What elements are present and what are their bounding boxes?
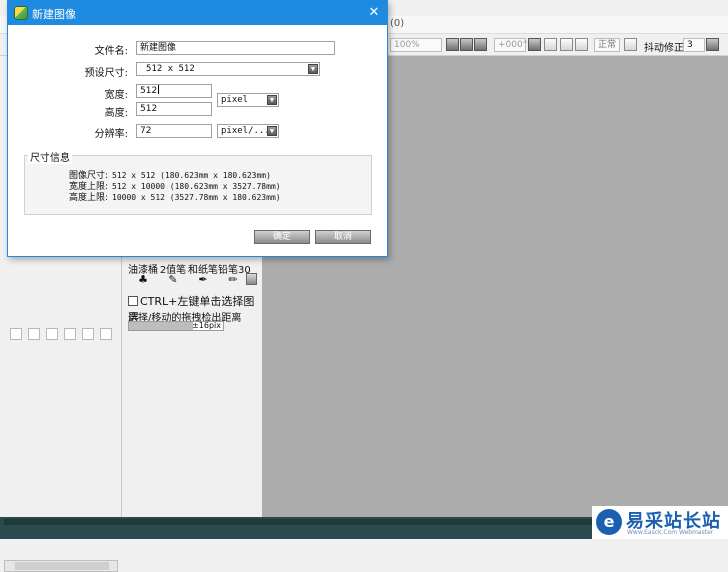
zoom-field[interactable]: 100%	[390, 38, 442, 52]
rotation-field[interactable]: +000°	[494, 38, 527, 52]
merge-layer-icon[interactable]	[82, 328, 94, 340]
watermark-subtitle: Www.Easck.Com Webmaster	[627, 529, 714, 536]
stabilizer-field[interactable]: 3	[683, 38, 705, 52]
size-info-title: 尺寸信息	[28, 149, 72, 164]
stabilizer-label: 抖动修正	[644, 43, 684, 54]
watermark: e 易采站长站 Www.Easck.Com Webmaster	[592, 506, 728, 539]
pencil-icon: ✏	[228, 273, 238, 286]
preset-size-value: 512 x 512	[146, 64, 195, 74]
brush-list-scroll-button[interactable]	[246, 273, 257, 285]
new-image-dialog: 新建图像 ✕ 文件名: 新建图像 预设尺寸: 512 x 512 ▼ 宽度: 5…	[7, 0, 388, 257]
info-row-height-limit: 高度上限: 10000 x 512 (3527.78mm x 180.623mm)	[66, 190, 281, 203]
size-unit-value: pixel	[221, 95, 249, 105]
layer-panel-scrollbar[interactable]	[4, 560, 118, 572]
preset-size-select[interactable]: 512 x 512 ▼	[136, 62, 320, 76]
blend-mode-field[interactable]: 正常	[594, 38, 620, 52]
scrollbar-thumb[interactable]	[15, 562, 109, 570]
brush-item[interactable]: 铅笔30 ✏	[218, 260, 251, 286]
rotate-right-button[interactable]	[544, 38, 557, 51]
flip-button[interactable]	[575, 38, 588, 51]
brush-item[interactable]: 油漆桶 ♣	[128, 260, 158, 286]
cancel-button[interactable]: 取消	[315, 230, 371, 244]
drag-distance-slider[interactable]: ±16pix	[128, 321, 224, 331]
new-layer-icon[interactable]	[10, 328, 22, 340]
resolution-label: 分辨率:	[94, 129, 128, 140]
chevron-down-icon[interactable]: ▼	[308, 64, 318, 74]
dialog-titlebar[interactable]: 新建图像 ✕	[8, 1, 387, 25]
drag-distance-value: ±16pix	[192, 321, 221, 330]
dialog-title: 新建图像	[32, 8, 76, 21]
brush-icon: ✒	[198, 273, 208, 286]
preset-size-label: 预设尺寸:	[84, 68, 128, 79]
mode-toggle-button[interactable]	[624, 38, 637, 51]
new-folder-icon[interactable]	[28, 328, 40, 340]
slider-fill	[129, 322, 193, 330]
height-label: 高度:	[104, 108, 128, 119]
filename-label: 文件名:	[94, 46, 128, 57]
watermark-logo-icon: e	[596, 509, 622, 535]
chevron-down-icon[interactable]: ▼	[267, 95, 277, 105]
rotate-reset-button[interactable]	[560, 38, 573, 51]
ok-button[interactable]: 确定	[254, 230, 310, 244]
rotate-left-button[interactable]	[528, 38, 541, 51]
width-input[interactable]: 512	[136, 84, 212, 98]
chevron-down-icon[interactable]: ▼	[267, 126, 277, 136]
brush-list: 油漆桶 ♣ 2值笔 ✎ 和纸笔 ✒ 铅笔30 ✏	[128, 260, 260, 286]
resolution-unit-value: pixel/...	[221, 126, 270, 136]
filename-input[interactable]: 新建图像	[136, 41, 335, 55]
clear-layer-icon[interactable]	[100, 328, 112, 340]
close-icon: ✕	[368, 5, 380, 20]
resolution-input[interactable]: 72	[136, 124, 212, 138]
menu-item-partial[interactable]: (0)	[390, 18, 404, 29]
status-scrollbar[interactable]	[4, 519, 604, 525]
tool-panel: 油漆桶 ♣ 2值笔 ✎ 和纸笔 ✒ 铅笔30 ✏ CTRL+左键单击选择图层 选择/移动的拖拽…	[124, 240, 262, 517]
stabilizer-dropdown-button[interactable]	[706, 38, 719, 51]
zoom-reset-button[interactable]	[474, 38, 487, 51]
zoom-out-button[interactable]	[446, 38, 459, 51]
copy-layer-icon[interactable]	[46, 328, 58, 340]
width-label: 宽度:	[104, 90, 128, 101]
bucket-icon: ♣	[138, 273, 148, 286]
size-unit-select[interactable]: pixel ▼	[217, 93, 279, 107]
brush-item[interactable]: 和纸笔 ✒	[188, 260, 218, 286]
zoom-in-button[interactable]	[460, 38, 473, 51]
delete-layer-icon[interactable]	[64, 328, 76, 340]
close-button[interactable]: ✕	[364, 3, 384, 23]
app-icon	[14, 6, 28, 20]
resolution-unit-select[interactable]: pixel/... ▼	[217, 124, 279, 138]
brush-item[interactable]: 2值笔 ✎	[158, 260, 188, 286]
info-value: 10000 x 512 (3527.78mm x 180.623mm)	[112, 193, 281, 202]
height-input[interactable]: 512	[136, 102, 212, 116]
pen-icon: ✎	[168, 273, 178, 286]
width-value: 512	[140, 86, 158, 96]
info-key: 高度上限:	[68, 193, 108, 203]
text-caret	[158, 85, 160, 94]
ctrl-select-checkbox[interactable]	[128, 296, 138, 306]
